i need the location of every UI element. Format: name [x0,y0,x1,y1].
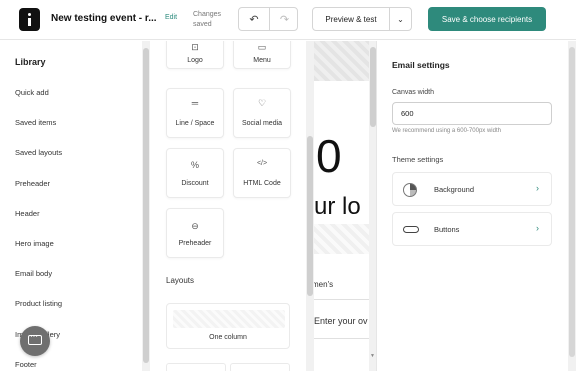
undo-icon: ↶ [249,13,259,26]
chevron-down-icon: ⌄ [397,14,404,24]
chat-support-button[interactable] [20,326,50,356]
theme-background-row[interactable]: Background › [392,172,552,206]
library-panel: Library Quick add Saved items Saved layo… [0,41,150,371]
chat-icon [28,332,42,345]
layout-label: One column [209,334,247,341]
save-status-line2: saved [193,21,212,28]
block-tile-label: Logo [187,57,203,64]
canvas-scrollbar[interactable]: ▼ [369,41,377,371]
library-title: Library [15,57,46,67]
canvas-input-placeholder[interactable]: Enter your ov [314,316,368,326]
layout-card-partial[interactable] [230,363,290,371]
line-space-icon: ═ [191,98,199,108]
save-status-line1: Changes [193,11,222,18]
block-tile-logo[interactable]: ⊡ Logo [166,41,224,69]
settings-title: Email settings [392,60,450,70]
block-tile-preheader[interactable]: ⊖ Preheader [166,208,224,258]
library-item-hero-image[interactable]: Hero image [15,239,54,248]
layout-one-column[interactable]: One column [166,303,290,349]
discount-icon: % [190,160,199,170]
buttons-icon [403,226,419,233]
library-scroll-thumb[interactable] [143,48,149,363]
library-item-quick-add[interactable]: Quick add [15,88,49,97]
block-tile-label: Line / Space [175,120,215,127]
preview-test-button[interactable]: Preview & test [313,8,389,30]
canvas-headline-text[interactable]: ur lo [314,193,361,221]
library-item-saved-items[interactable]: Saved items [15,118,56,127]
block-tile-discount[interactable]: % Discount [166,148,224,198]
canvas-scroll-thumb[interactable] [370,47,376,127]
blocks-scrollbar[interactable] [306,41,314,371]
redo-button[interactable]: ↷ [269,8,299,30]
preview-dropdown-button[interactable]: ⌄ [389,8,411,30]
chevron-right-icon: › [536,183,539,193]
app-logo-icon[interactable] [19,8,40,31]
canvas-divider [314,338,369,339]
library-item-email-body[interactable]: Email body [15,269,52,278]
canvas-divider [314,299,369,300]
block-tile-social-media[interactable]: ♡ Social media [233,88,291,138]
redo-icon: ↷ [279,13,290,26]
canvas-width-label: Canvas width [392,89,435,96]
preview-group: Preview & test ⌄ [312,7,412,31]
layout-preview [173,310,285,328]
settings-scroll-thumb[interactable] [569,47,575,357]
theme-buttons-row[interactable]: Buttons › [392,212,552,246]
background-icon [403,183,417,197]
preheader-icon: ⊖ [191,221,199,231]
settings-scrollbar[interactable] [568,41,576,371]
top-bar: New testing event - r... Edit Changes sa… [0,0,576,40]
theme-settings-label: Theme settings [392,155,444,164]
blocks-panel: ⊡ Logo ▭ Menu ═ Line / Space ♡ Social me… [151,41,314,371]
block-tile-label: Social media [241,120,283,127]
page-title: New testing event - r... [51,13,157,24]
save-status: Changes saved [193,10,227,30]
library-item-saved-layouts[interactable]: Saved layouts [15,148,62,157]
email-canvas[interactable]: 0 ur lo men's Enter your ov [314,41,369,371]
block-tile-html-code[interactable]: </> HTML Code [233,148,291,198]
library-item-footer[interactable]: Footer [15,360,37,369]
menu-block-icon: ▭ [257,42,267,52]
layout-card-partial[interactable] [166,363,226,371]
save-choose-recipients-button[interactable]: Save & choose recipients [428,7,546,31]
canvas-headline-number[interactable]: 0 [316,129,342,183]
layouts-heading: Layouts [166,276,195,285]
block-tile-label: Preheader [178,240,212,247]
canvas-body-text[interactable]: men's [314,280,333,289]
block-tile-line-space[interactable]: ═ Line / Space [166,88,224,138]
block-tile-label: Menu [253,57,271,64]
theme-row-label: Background [434,185,475,194]
library-item-preheader[interactable]: Preheader [15,179,50,188]
block-tile-label: Discount [181,180,209,187]
canvas-width-hint: We recommend using a 600-700px width [392,128,501,134]
canvas-image-placeholder [314,224,369,254]
edit-title-link[interactable]: Edit [165,14,177,21]
library-item-product-listing[interactable]: Product listing [15,299,62,308]
blocks-scroll-thumb[interactable] [307,136,313,296]
social-media-icon: ♡ [257,98,267,108]
scroll-down-arrow-icon[interactable]: ▼ [370,353,375,359]
block-tile-label: HTML Code [243,180,281,187]
library-scrollbar[interactable] [142,41,150,371]
undo-button[interactable]: ↶ [239,8,269,30]
canvas-width-input[interactable]: 600 [392,102,552,125]
block-tile-menu[interactable]: ▭ Menu [233,41,291,69]
code-icon: </> [256,160,268,167]
theme-row-label: Buttons [434,225,460,234]
library-item-header[interactable]: Header [15,209,40,218]
undo-redo-group: ↶ ↷ [238,7,298,31]
email-settings-panel: Email settings Canvas width 600 We recom… [378,41,576,371]
chevron-right-icon: › [536,223,539,233]
canvas-background-pattern [314,41,369,81]
logo-block-icon: ⊡ [191,42,199,52]
